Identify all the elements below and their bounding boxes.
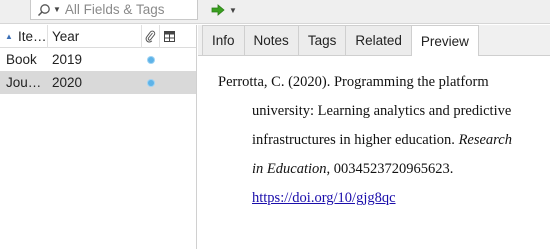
locate-arrow-icon [211,4,225,16]
item-detail-pane: Info Notes Tags Related Preview Perrotta… [198,25,550,249]
chevron-down-icon[interactable]: ▼ [229,6,237,15]
sort-ascending-icon[interactable]: ▲ [0,32,18,41]
attachment-dot-icon[interactable] [142,56,160,63]
tab-related[interactable]: Related [345,25,412,55]
citation-text: , 0034523720965623. [326,161,454,177]
attachment-column-icon[interactable] [142,24,160,48]
tab-preview[interactable]: Preview [410,25,479,56]
locate-button[interactable]: ▼ [211,1,247,19]
journal-name: Research [458,132,512,148]
table-row-selected[interactable]: Jou… 2020 [0,71,196,94]
doi-link[interactable]: https://doi.org/10/gjg8qc [252,190,396,206]
search-mode-caret-icon[interactable]: ▼ [53,5,61,14]
tab-bar: Info Notes Tags Related Preview [198,25,550,56]
item-title: Jou… [6,75,42,90]
items-column-header: ▲ Ite… Year [0,24,196,48]
table-row[interactable]: Book 2019 [0,48,196,71]
citation-preview: Perrotta, C. (2020). Programming the pla… [218,68,543,213]
citation-line: Perrotta, C. (2020). Programming the pla… [218,74,489,90]
item-year: 2020 [52,75,83,90]
citation-text: infrastructures in higher education. [252,132,459,148]
items-pane: ▲ Ite… Year Book 2019 Jou… 2020 [0,24,197,249]
citation-line: in Education, 0034523720965623. [218,155,543,184]
column-header-title[interactable]: Ite… [18,24,48,48]
citation-line: infrastructures in higher education. Res… [218,126,543,155]
journal-name: in Education [252,161,327,177]
column-header-year[interactable]: Year [48,24,142,48]
citation-line: https://doi.org/10/gjg8qc [218,184,543,213]
search-placeholder[interactable]: All Fields & Tags [65,2,165,17]
tab-notes[interactable]: Notes [243,25,299,55]
search-input[interactable]: ▼ All Fields & Tags [30,0,198,20]
tab-tags[interactable]: Tags [297,25,347,55]
item-year: 2019 [52,52,83,67]
citation-line: university: Learning analytics and predi… [252,103,512,119]
tab-info[interactable]: Info [202,25,245,55]
toolbar: ▼ All Fields & Tags ▼ [0,0,550,24]
item-title: Book [6,52,37,67]
column-picker-icon[interactable] [160,25,178,48]
attachment-dot-icon[interactable] [142,79,160,86]
